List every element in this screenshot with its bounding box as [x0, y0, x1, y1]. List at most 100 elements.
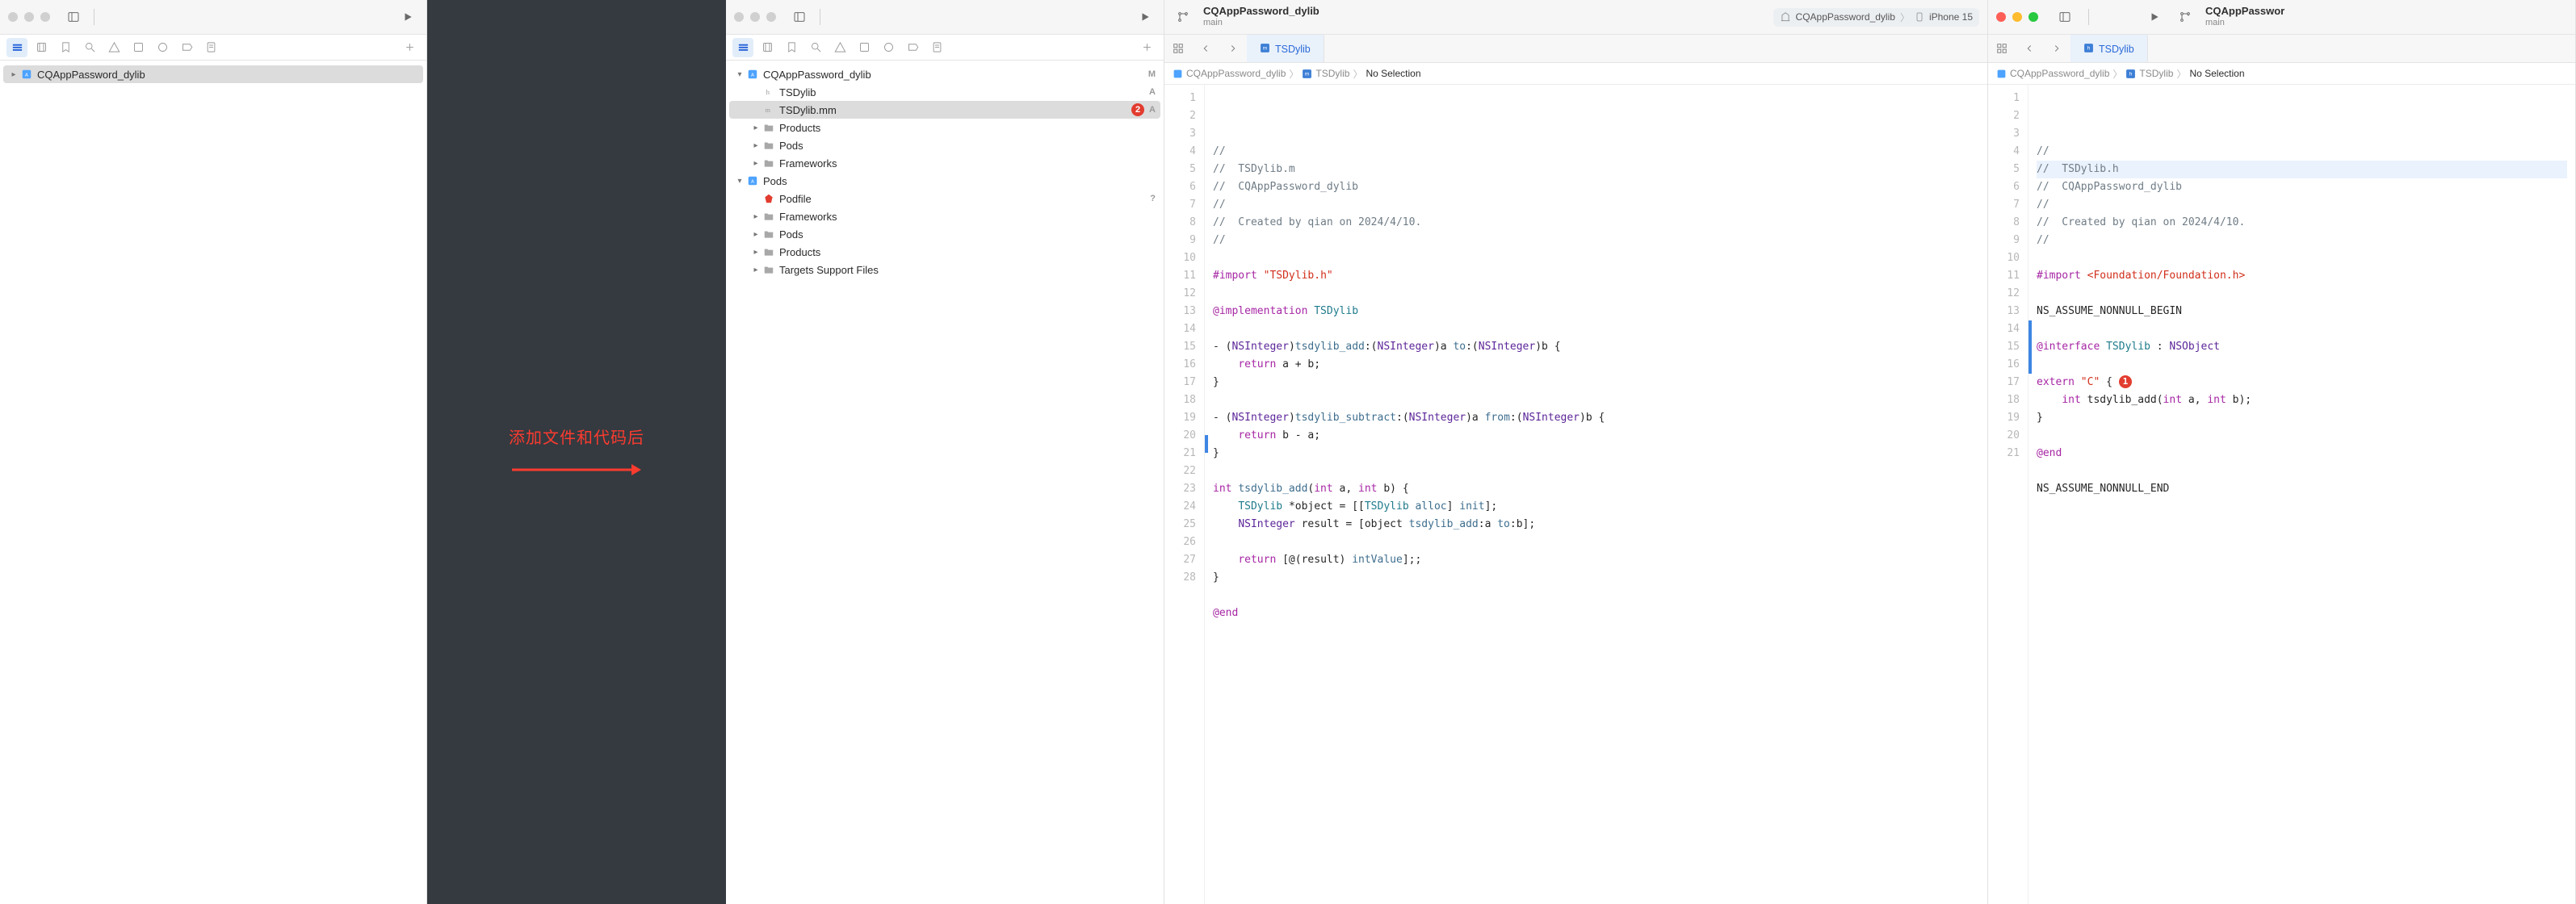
disclosure-icon[interactable]: ▸: [750, 141, 761, 150]
back-icon[interactable]: [1192, 35, 1219, 62]
code-line[interactable]: }: [2037, 409, 2567, 427]
search-icon[interactable]: [79, 38, 100, 57]
code-line[interactable]: @end: [2037, 445, 2567, 462]
sidebar-toggle-icon[interactable]: [789, 7, 810, 27]
code-line[interactable]: [1213, 534, 1979, 551]
bookmark-icon[interactable]: [55, 38, 76, 57]
tree-row[interactable]: ▸Pods: [729, 136, 1160, 154]
source-control-icon[interactable]: [31, 38, 52, 57]
traffic-lights[interactable]: [8, 12, 50, 22]
breadcrumb[interactable]: CQAppPassword_dylib 〉 mTSDylib 〉 No Sele…: [1164, 63, 1987, 85]
title-block[interactable]: CQAppPassword_dylib main: [1203, 6, 1319, 28]
forward-icon[interactable]: [1219, 35, 1247, 62]
debug-icon[interactable]: [878, 38, 899, 57]
issue-indicator[interactable]: [2028, 320, 2032, 374]
add-icon[interactable]: [1136, 38, 1157, 57]
code-line[interactable]: [1213, 622, 1979, 640]
breakpoints-icon[interactable]: [902, 38, 923, 57]
code-line[interactable]: // TSDylib.h: [2037, 161, 2567, 178]
disclosure-icon[interactable]: ▸: [750, 212, 761, 221]
code-line[interactable]: [2037, 356, 2567, 374]
run-button-icon[interactable]: [397, 7, 418, 27]
grid-icon[interactable]: [1988, 35, 2016, 62]
tests-icon[interactable]: [128, 38, 149, 57]
scheme-selector[interactable]: CQAppPassword_dylib 〉 iPhone 15: [1773, 8, 1979, 27]
code-line[interactable]: return b - a;: [1213, 427, 1979, 445]
tree-row[interactable]: ▸Frameworks: [729, 154, 1160, 172]
zoom-dot[interactable]: [766, 12, 776, 22]
run-button-icon[interactable]: [2144, 7, 2165, 27]
code-editor-h[interactable]: 123456789101112131415161718192021 //// T…: [1988, 85, 2575, 904]
code-line[interactable]: - (NSInteger)tsdylib_add:(NSInteger)a to…: [1213, 338, 1979, 356]
tree-row[interactable]: ▸Products: [729, 243, 1160, 261]
disclosure-icon[interactable]: ▸: [750, 266, 761, 274]
code-line[interactable]: // CQAppPassword_dylib: [1213, 178, 1979, 196]
reports-icon[interactable]: [200, 38, 221, 57]
code-line[interactable]: [1213, 320, 1979, 338]
code-line[interactable]: NS_ASSUME_NONNULL_BEGIN: [2037, 303, 2567, 320]
issues-icon[interactable]: [103, 38, 124, 57]
code-line[interactable]: }: [1213, 374, 1979, 391]
forward-icon[interactable]: [2043, 35, 2070, 62]
tests-icon[interactable]: [854, 38, 875, 57]
tree-row[interactable]: ▸Pods: [729, 225, 1160, 243]
traffic-lights[interactable]: [734, 12, 776, 22]
code-line[interactable]: [1213, 391, 1979, 409]
disclosure-icon[interactable]: ▾: [734, 70, 745, 79]
project-navigator-icon[interactable]: [732, 38, 753, 57]
code-line[interactable]: [1213, 462, 1979, 480]
minimize-dot[interactable]: [2012, 12, 2022, 22]
code-line[interactable]: //: [1213, 143, 1979, 161]
disclosure-icon[interactable]: ▸: [750, 248, 761, 257]
search-icon[interactable]: [805, 38, 826, 57]
disclosure-icon[interactable]: ▾: [734, 177, 745, 186]
code-line[interactable]: return a + b;: [1213, 356, 1979, 374]
grid-icon[interactable]: [1164, 35, 1192, 62]
disclosure-icon[interactable]: ▸: [750, 230, 761, 239]
disclosure-icon[interactable]: ▸: [750, 123, 761, 132]
branch-icon[interactable]: [1173, 7, 1194, 27]
title-block[interactable]: CQAppPasswor main: [2205, 6, 2284, 28]
code-line[interactable]: [2037, 249, 2567, 267]
editor-tab[interactable]: h TSDylib: [2070, 35, 2148, 62]
tree-row[interactable]: ▾APods: [729, 172, 1160, 190]
code-editor-m[interactable]: 1234567891011121314151617181920212223242…: [1164, 85, 1987, 904]
back-icon[interactable]: [2016, 35, 2043, 62]
code-line[interactable]: }: [1213, 569, 1979, 587]
issue-indicator[interactable]: [1205, 435, 1208, 453]
code-line[interactable]: [1213, 285, 1979, 303]
code-line[interactable]: [1213, 587, 1979, 605]
code-line[interactable]: extern "C" {1: [2037, 374, 2567, 391]
code-line[interactable]: return [@(result) intValue];;: [1213, 551, 1979, 569]
chevron-right-icon[interactable]: ▸: [8, 70, 19, 79]
code-line[interactable]: int tsdylib_add(int a, int b);: [2037, 391, 2567, 409]
source-control-icon[interactable]: [757, 38, 778, 57]
code-line[interactable]: [1213, 249, 1979, 267]
code-line[interactable]: //: [1213, 196, 1979, 214]
code-line[interactable]: // Created by qian on 2024/4/10.: [2037, 214, 2567, 232]
code-line[interactable]: TSDylib *object = [[TSDylib alloc] init]…: [1213, 498, 1979, 516]
code-line[interactable]: // TSDylib.m: [1213, 161, 1979, 178]
tree-row[interactable]: hTSDylibA: [729, 83, 1160, 101]
run-button-icon[interactable]: [1135, 7, 1156, 27]
zoom-dot[interactable]: [40, 12, 50, 22]
code-line[interactable]: NS_ASSUME_NONNULL_END: [2037, 480, 2567, 498]
close-dot[interactable]: [1996, 12, 2006, 22]
code-line[interactable]: }: [1213, 445, 1979, 462]
code-lines[interactable]: //// TSDylib.h// CQAppPassword_dylib////…: [2028, 85, 2575, 904]
code-line[interactable]: //: [2037, 143, 2567, 161]
minimize-dot[interactable]: [750, 12, 760, 22]
code-line[interactable]: // CQAppPassword_dylib: [2037, 178, 2567, 196]
close-dot[interactable]: [8, 12, 18, 22]
code-line[interactable]: [2037, 285, 2567, 303]
code-line[interactable]: @interface TSDylib : NSObject: [2037, 338, 2567, 356]
tree-row[interactable]: ▸Frameworks: [729, 207, 1160, 225]
code-line[interactable]: int tsdylib_add(int a, int b) {: [1213, 480, 1979, 498]
tree-row[interactable]: mTSDylib.mm2A: [729, 101, 1160, 119]
close-dot[interactable]: [734, 12, 744, 22]
add-icon[interactable]: [399, 38, 420, 57]
editor-tab[interactable]: m TSDylib: [1247, 35, 1324, 62]
code-line[interactable]: // Created by qian on 2024/4/10.: [1213, 214, 1979, 232]
code-line[interactable]: #import <Foundation/Foundation.h>: [2037, 267, 2567, 285]
code-line[interactable]: #import "TSDylib.h": [1213, 267, 1979, 285]
